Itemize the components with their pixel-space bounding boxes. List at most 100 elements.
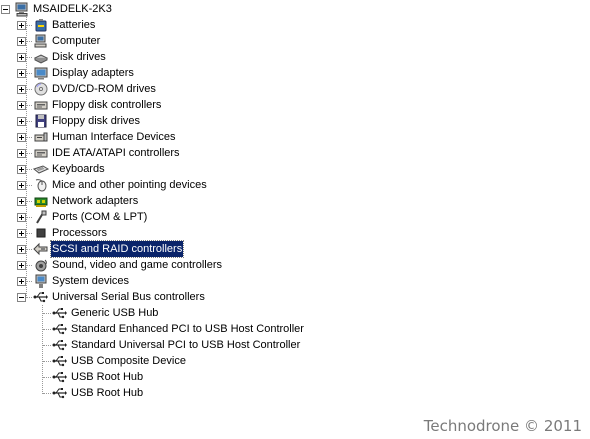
tree-item-universal-serial-bus-controllers[interactable]: Universal Serial Bus controllers: [0, 289, 590, 305]
tree-item-label[interactable]: Universal Serial Bus controllers: [51, 289, 206, 305]
tree-item-label[interactable]: IDE ATA/ATAPI controllers: [51, 145, 181, 161]
tree-item-standard-universal-pci-to-usb-host-controller[interactable]: Standard Universal PCI to USB Host Contr…: [0, 337, 590, 353]
tree-connector: [27, 105, 32, 106]
tree-connector: [43, 393, 51, 394]
tree-item-label[interactable]: Ports (COM & LPT): [51, 209, 148, 225]
tree-item-label[interactable]: Display adapters: [51, 65, 135, 81]
tree-item-human-interface-devices[interactable]: Human Interface Devices: [0, 129, 590, 145]
tree-connector: [27, 281, 32, 282]
tree-item-generic-usb-hub[interactable]: Generic USB Hub: [0, 305, 590, 321]
tree-item-label[interactable]: Human Interface Devices: [51, 129, 177, 145]
expand-toggle[interactable]: [17, 261, 26, 270]
expand-toggle[interactable]: [17, 53, 26, 62]
watermark: Technodrone © 2011: [423, 417, 582, 435]
tree-item-label[interactable]: Mice and other pointing devices: [51, 177, 208, 193]
tree-connector: [43, 313, 51, 314]
cdrom-icon: [33, 81, 49, 97]
usb-icon: [52, 337, 68, 353]
keyboard-icon: [33, 161, 49, 177]
tree-item-keyboards[interactable]: Keyboards: [0, 161, 590, 177]
disk-drive-icon: [33, 49, 49, 65]
tree-connector: [27, 233, 32, 234]
tree-item-processors[interactable]: Processors: [0, 225, 590, 241]
tree-item-label[interactable]: Network adapters: [51, 193, 139, 209]
tree-item-label[interactable]: USB Root Hub: [70, 385, 144, 401]
expand-toggle[interactable]: [17, 21, 26, 30]
expand-toggle[interactable]: [17, 101, 26, 110]
tree-item-label[interactable]: Keyboards: [51, 161, 106, 177]
tree-item-label[interactable]: Sound, video and game controllers: [51, 257, 223, 273]
expand-toggle[interactable]: [17, 165, 26, 174]
tree-item-usb-root-hub[interactable]: USB Root Hub: [0, 369, 590, 385]
expand-toggle[interactable]: [17, 245, 26, 254]
collapse-toggle[interactable]: [17, 293, 26, 302]
tree-item-ports-com-lpt[interactable]: Ports (COM & LPT): [0, 209, 590, 225]
sound-icon: [33, 257, 49, 273]
floppy-icon: [33, 113, 49, 129]
network-adapter-icon: [33, 193, 49, 209]
tree-connector: [27, 121, 32, 122]
tree-item-label[interactable]: SCSI and RAID controllers: [49, 240, 185, 258]
tree-item-label[interactable]: Floppy disk controllers: [51, 97, 162, 113]
tree-item-ide-ata-atapi-controllers[interactable]: IDE ATA/ATAPI controllers: [0, 145, 590, 161]
tree-item-label[interactable]: Batteries: [51, 17, 96, 33]
display-adapter-icon: [33, 65, 49, 81]
tree-item-display-adapters[interactable]: Display adapters: [0, 65, 590, 81]
tree-item-usb-composite-device[interactable]: USB Composite Device: [0, 353, 590, 369]
tree-item-standard-enhanced-pci-to-usb-host-controller[interactable]: Standard Enhanced PCI to USB Host Contro…: [0, 321, 590, 337]
tree-connector: [27, 73, 32, 74]
tree-item-label[interactable]: Standard Enhanced PCI to USB Host Contro…: [70, 321, 305, 337]
root-label[interactable]: MSAIDELK-2K3: [32, 1, 113, 17]
device-tree[interactable]: MSAIDELK-2K3 Batteries Computer Disk drive…: [0, 1, 590, 401]
tree-item-computer[interactable]: Computer: [0, 33, 590, 49]
collapse-toggle[interactable]: [1, 5, 10, 14]
tree-item-label[interactable]: Standard Universal PCI to USB Host Contr…: [70, 337, 301, 353]
tree-item-label[interactable]: Disk drives: [51, 49, 107, 65]
tree-item-label[interactable]: DVD/CD-ROM drives: [51, 81, 157, 97]
expand-toggle[interactable]: [17, 213, 26, 222]
expand-toggle[interactable]: [17, 37, 26, 46]
tree-item-usb-root-hub[interactable]: USB Root Hub: [0, 385, 590, 401]
tree-root[interactable]: MSAIDELK-2K3: [0, 1, 590, 17]
tree-item-disk-drives[interactable]: Disk drives: [0, 49, 590, 65]
expand-toggle[interactable]: [17, 133, 26, 142]
tree-item-label[interactable]: Floppy disk drives: [51, 113, 141, 129]
tree-connector: [27, 25, 32, 26]
tree-item-label[interactable]: USB Composite Device: [70, 353, 187, 369]
expand-toggle[interactable]: [17, 117, 26, 126]
tree-connector: [27, 89, 32, 90]
tree-item-dvd-cd-rom-drives[interactable]: DVD/CD-ROM drives: [0, 81, 590, 97]
tree-item-label[interactable]: System devices: [51, 273, 130, 289]
tree-connector: [27, 297, 32, 298]
tree-item-floppy-disk-controllers[interactable]: Floppy disk controllers: [0, 97, 590, 113]
tree-connector: [27, 217, 32, 218]
expand-toggle[interactable]: [17, 149, 26, 158]
expand-toggle[interactable]: [17, 85, 26, 94]
tree-item-mice-and-other-pointing-devices[interactable]: Mice and other pointing devices: [0, 177, 590, 193]
expand-toggle[interactable]: [17, 69, 26, 78]
expand-toggle[interactable]: [17, 277, 26, 286]
tree-item-label[interactable]: Computer: [51, 33, 101, 49]
usb-icon: [52, 321, 68, 337]
processor-icon: [33, 225, 49, 241]
tree-item-sound-video-and-game-controllers[interactable]: Sound, video and game controllers: [0, 257, 590, 273]
tree-item-batteries[interactable]: Batteries: [0, 17, 590, 33]
tree-item-label[interactable]: Generic USB Hub: [70, 305, 159, 321]
tree-item-network-adapters[interactable]: Network adapters: [0, 193, 590, 209]
tree-connector: [27, 137, 32, 138]
tree-item-label[interactable]: Processors: [51, 225, 108, 241]
battery-icon: [33, 17, 49, 33]
tree-connector: [27, 265, 32, 266]
expand-toggle[interactable]: [17, 181, 26, 190]
tree-item-floppy-disk-drives[interactable]: Floppy disk drives: [0, 113, 590, 129]
scsi-icon: [33, 241, 49, 257]
tree-item-label[interactable]: USB Root Hub: [70, 369, 144, 385]
tree-connector: [27, 41, 32, 42]
tree-item-scsi-and-raid-controllers[interactable]: SCSI and RAID controllers: [0, 240, 590, 258]
expand-toggle[interactable]: [17, 197, 26, 206]
usb-icon: [52, 385, 68, 401]
tree-item-system-devices[interactable]: System devices: [0, 273, 590, 289]
controller-icon: [33, 97, 49, 113]
computer-icon: [14, 1, 30, 17]
expand-toggle[interactable]: [17, 229, 26, 238]
